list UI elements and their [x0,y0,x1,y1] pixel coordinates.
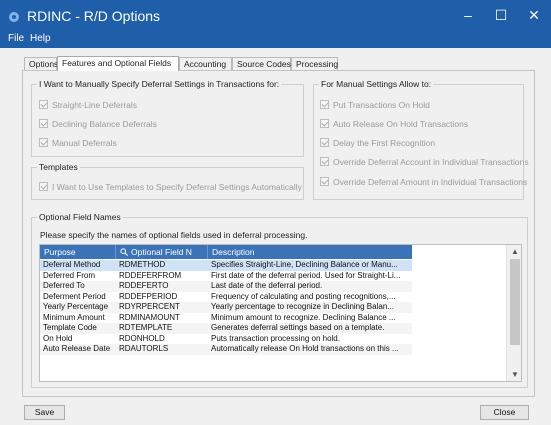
cell-purpose: On Hold [43,333,73,343]
cell-optional-field[interactable]: RDAUTORLS [116,344,208,355]
cell-description: First date of the deferral period. Used … [211,270,401,280]
cell-description: Frequency of calculating and posting rec… [211,291,396,301]
cell-purpose: Auto Release Date [43,344,111,353]
search-icon [120,248,128,256]
table-row[interactable]: Deferment Period RDDEFPERIOD Frequency o… [40,292,412,303]
scrollbar-thumb[interactable] [510,259,520,345]
cell-optional-field[interactable]: RDYRPERCENT [116,302,208,313]
close-button[interactable]: Close [480,405,529,420]
cell-purpose: Deferral Method [43,260,101,269]
scroll-up-icon[interactable]: ▲ [507,245,521,258]
checkbox-check-icon [320,100,329,109]
table-row[interactable]: Template Code RDTEMPLATE Generates defer… [40,323,412,334]
table-row[interactable]: On Hold RDONHOLD Puts transaction proces… [40,334,412,345]
override-account-checkbox[interactable]: Override Deferral Account in Individual … [320,157,529,167]
column-header-optional-field[interactable]: Optional Field N [116,245,208,259]
checkbox-check-icon [39,100,48,109]
checkbox-check-icon [39,182,48,191]
cell-purpose: Deferred From [43,270,96,280]
table-row[interactable]: Minimum Amount RDMINAMOUNT Minimum amoun… [40,313,412,324]
optional-field-names-title: Optional Field Names [37,212,123,222]
templates-group-title: Templates [37,162,80,172]
straight-line-label: Straight-Line Deferrals [52,100,138,110]
column-header-description[interactable]: Description [208,245,412,259]
cell-optional-field[interactable]: RDTEMPLATE [116,323,208,334]
use-templates-checkbox[interactable]: I Want to Use Templates to Specify Defer… [39,182,302,192]
cell-optional-field[interactable]: RDMETHOD [116,260,208,271]
column-header-optional-field-label: Optional Field N [131,247,192,257]
auto-release-checkbox[interactable]: Auto Release On Hold Transactions [320,119,468,129]
window-title: RDINC - R/D Options [27,8,161,24]
manual-deferral-group: I Want to Manually Specify Deferral Sett… [31,79,304,157]
put-on-hold-label: Put Transactions On Hold [333,100,430,110]
grid-header: Purpose Optional Field N Description [40,245,412,259]
delay-recognition-label: Delay the First Recognition [333,138,436,148]
table-row[interactable]: Deferred To RDDEFERTO Last date of the d… [40,281,412,292]
cell-description: Puts transaction processing on hold. [211,333,340,343]
cell-optional-field[interactable]: RDONHOLD [116,334,208,345]
cell-purpose: Deferred To [43,281,85,290]
delay-recognition-checkbox[interactable]: Delay the First Recognition [320,138,435,148]
cell-description: Last date of the deferral period. [211,281,323,290]
checkbox-check-icon [39,119,48,128]
tab-source-codes[interactable]: Source Codes [232,57,291,71]
checkbox-check-icon [320,177,329,186]
cell-optional-field[interactable]: RDDEFERFROM [116,271,208,282]
table-row[interactable]: Auto Release Date RDAUTORLS Automaticall… [40,344,412,355]
table-row[interactable]: Deferred From RDDEFERFROM First date of … [40,271,412,282]
manual-deferrals-label: Manual Deferrals [52,138,117,148]
table-row[interactable]: Deferral Method RDMETHOD Specifies Strai… [40,260,412,271]
save-button[interactable]: Save [24,405,65,420]
tab-features-optional-fields[interactable]: Features and Optional Fields [57,56,179,71]
cell-optional-field[interactable]: RDMINAMOUNT [116,313,208,324]
scroll-down-icon[interactable]: ▼ [507,368,521,381]
cell-description: Minimum amount to recognize. Declining B… [211,312,396,322]
optional-fields-intro: Please specify the names of optional fie… [40,230,308,240]
table-row[interactable]: Yearly Percentage RDYRPERCENT Yearly per… [40,302,412,313]
checkbox-check-icon [320,157,329,166]
close-window-button[interactable]: ✕ [511,0,551,31]
gear-icon [9,12,19,22]
tab-options[interactable]: Options [24,57,58,71]
templates-group: Templates I Want to Use Templates to Spe… [31,162,304,200]
auto-release-label: Auto Release On Hold Transactions [333,119,469,129]
options-window: RDINC - R/D Options – ☐ ✕ File Help Opti… [0,0,551,425]
override-account-label: Override Deferral Account in Individual … [333,157,529,167]
menu-help[interactable]: Help [30,33,51,44]
cell-purpose: Deferment Period [43,291,106,301]
override-amount-checkbox[interactable]: Override Deferral Amount in Individual T… [320,177,527,187]
menu-file[interactable]: File [8,33,24,44]
menu-bar: File Help [0,31,551,48]
manual-deferral-group-title: I Want to Manually Specify Deferral Sett… [37,79,282,89]
cell-optional-field[interactable]: RDDEFERTO [116,281,208,292]
use-templates-label: I Want to Use Templates to Specify Defer… [52,182,302,192]
checkbox-check-icon [320,138,329,147]
declining-balance-label: Declining Balance Deferrals [52,119,157,129]
cell-description: Yearly percentage to recognize in Declin… [211,302,394,311]
tab-processing[interactable]: Processing [291,57,338,71]
tab-accounting[interactable]: Accounting [179,57,232,71]
override-amount-label: Override Deferral Amount in Individual T… [333,177,528,187]
allow-settings-group: For Manual Settings Allow to: Put Transa… [313,79,529,200]
column-header-purpose[interactable]: Purpose [40,245,116,259]
checkbox-check-icon [320,119,329,128]
optional-fields-grid[interactable]: Purpose Optional Field N Description Def… [39,244,522,382]
cell-description: Generates deferral settings based on a t… [211,323,385,332]
cell-purpose: Yearly Percentage [43,302,109,311]
cell-description: Automatically release On Hold transactio… [211,344,399,353]
straight-line-checkbox[interactable]: Straight-Line Deferrals [39,100,137,110]
declining-balance-checkbox[interactable]: Declining Balance Deferrals [39,119,157,129]
grid-vertical-scrollbar[interactable]: ▲ ▼ [506,245,521,381]
cell-purpose: Minimum Amount [43,312,105,322]
cell-description: Specifies Straight-Line, Declining Balan… [211,260,398,269]
manual-deferrals-checkbox[interactable]: Manual Deferrals [39,138,117,148]
put-on-hold-checkbox[interactable]: Put Transactions On Hold [320,100,430,110]
allow-settings-group-title: For Manual Settings Allow to: [319,79,434,89]
cell-purpose: Template Code [43,323,97,332]
checkbox-check-icon [39,138,48,147]
title-bar[interactable]: RDINC - R/D Options – ☐ ✕ [0,0,551,31]
cell-optional-field[interactable]: RDDEFPERIOD [116,292,208,303]
features-tab-panel: I Want to Manually Specify Deferral Sett… [22,70,535,397]
